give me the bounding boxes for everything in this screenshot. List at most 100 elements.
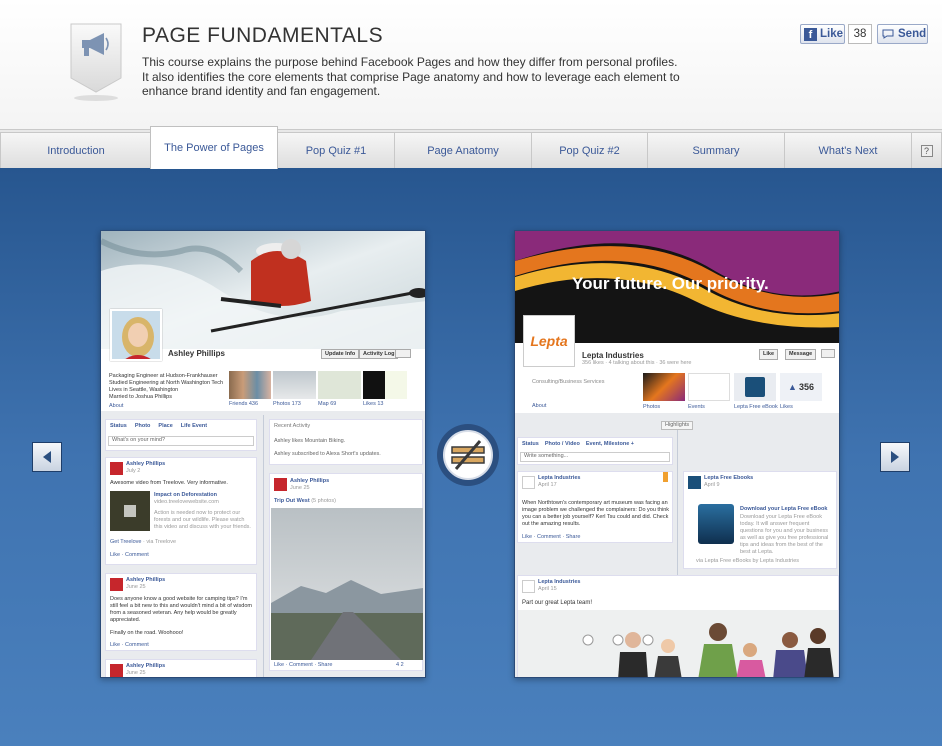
friends-app-label[interactable]: Friends 436 [229, 401, 258, 408]
video-title[interactable]: Impact on Deforestation [154, 492, 217, 499]
facebook-like-button[interactable]: f Like [800, 24, 845, 44]
course-tabs: Introduction The Power of Pages Pop Quiz… [0, 126, 942, 169]
composer-life-event[interactable]: Life Event [181, 423, 207, 430]
avatar [688, 476, 701, 489]
info-line: Packaging Engineer at Hudson-Frankhauser [109, 373, 218, 379]
likes-app-label[interactable]: Likes 13 [363, 401, 384, 408]
composer-event-milestone[interactable]: Event, Milestone + [586, 441, 634, 448]
via-treelove: · via Treelove [143, 539, 177, 545]
photos-thumbnail[interactable] [643, 373, 685, 401]
write-something-input[interactable]: Write something... [520, 452, 670, 462]
post-author[interactable]: Lepta Free Ebooks [704, 475, 753, 482]
tab-power-of-pages[interactable]: The Power of Pages [150, 126, 278, 169]
not-equal-icon [443, 430, 493, 480]
post-date[interactable]: April 9 [704, 482, 720, 489]
page-like-button[interactable]: Like [759, 349, 779, 360]
send-button[interactable]: Send [877, 24, 928, 44]
composer-photo[interactable]: Photo [135, 423, 151, 430]
team-photo[interactable] [518, 610, 839, 678]
tab-introduction[interactable]: Introduction [0, 132, 152, 168]
post-author[interactable]: Ashley Phillips [126, 577, 165, 584]
tab-pop-quiz-1[interactable]: Pop Quiz #1 [277, 132, 395, 168]
likes-app-label[interactable]: Likes [780, 404, 793, 411]
profile-picture [110, 309, 162, 361]
tab-summary[interactable]: Summary [647, 132, 785, 168]
post-author[interactable]: Lepta Industries [538, 579, 580, 586]
map-app-label[interactable]: Map 69 [318, 401, 336, 408]
photos-app-label[interactable]: Photos [643, 404, 660, 411]
post-date[interactable]: June 25 [126, 584, 146, 591]
avatar [110, 578, 123, 591]
personal-profile-screenshot: Ashley Phillips Update Info Activity Log… [100, 230, 426, 678]
bookmark-icon[interactable] [663, 472, 668, 482]
help-icon: ? [920, 144, 933, 157]
composer-status[interactable]: Status [522, 441, 539, 448]
likes-thumbnail[interactable]: ▲ 356 [780, 373, 822, 401]
compare-icon-ring [437, 424, 499, 486]
photos-app-label[interactable]: Photos 173 [273, 401, 301, 408]
post-text: When Northtown's contemporary art museum… [522, 500, 670, 527]
ebook-post: Lepta Free Ebooks April 9 Download your … [683, 471, 837, 569]
status-input[interactable]: What's on your mind? [108, 436, 254, 446]
post-text: Part our great Lepta team! [522, 600, 593, 606]
get-treelove-line: Get Treelove · via Treelove [110, 539, 176, 546]
album-title[interactable]: Trip Out West [274, 498, 310, 504]
message-button[interactable]: Message [785, 349, 817, 360]
about-link[interactable]: About [109, 403, 233, 410]
video-description: Action is needed now to protect our fore… [154, 510, 251, 530]
post-author[interactable]: Lepta Industries [538, 475, 580, 482]
course-title: PAGE FUNDAMENTALS [142, 24, 384, 47]
avatar [274, 478, 287, 491]
post-actions[interactable]: Like · Comment · Share [522, 534, 580, 541]
post-date[interactable]: June 25 [126, 670, 146, 677]
map-thumbnail[interactable] [318, 371, 361, 399]
composer-status[interactable]: Status [110, 423, 127, 430]
tab-whats-next[interactable]: What's Next [784, 132, 912, 168]
video-thumbnail[interactable] [110, 491, 150, 531]
profile-name: Ashley Phillips [168, 349, 225, 358]
post-actions[interactable]: Like · Comment · Share [274, 662, 332, 669]
previous-button[interactable] [32, 442, 62, 472]
play-icon [124, 505, 136, 517]
settings-gear-button[interactable] [395, 349, 411, 358]
ebook-cover[interactable] [698, 504, 734, 544]
photos-thumbnail[interactable] [273, 371, 316, 399]
avatar [110, 664, 123, 677]
post-author[interactable]: Ashley Phillips [126, 663, 165, 670]
lepta-logo: Lepta [523, 315, 575, 367]
ebook-thumbnail[interactable] [734, 373, 776, 401]
composer-photo-video[interactable]: Photo / Video [545, 441, 580, 448]
about-link[interactable]: About [532, 403, 546, 410]
page-stats: 356 likes · 4 talking about this · 36 we… [582, 360, 692, 366]
highlights-dropdown[interactable]: Highlights [661, 421, 694, 430]
post-date[interactable]: July 2 [126, 468, 140, 475]
composer-place[interactable]: Place [158, 423, 172, 430]
send-label: Send [898, 28, 927, 40]
activity-item: Ashley likes Mountain Biking. [274, 438, 346, 444]
events-thumbnail[interactable] [688, 373, 730, 401]
update-info-button[interactable]: Update Info [321, 349, 360, 359]
ebook-app-label[interactable]: Lepta Free eBook [734, 404, 778, 411]
next-button[interactable] [880, 442, 910, 472]
tab-pop-quiz-2[interactable]: Pop Quiz #2 [531, 132, 648, 168]
page-settings-button[interactable] [821, 349, 835, 358]
logo-text: Lepta [530, 333, 568, 349]
ebook-title[interactable]: Download your Lepta Free eBook [740, 506, 827, 513]
tab-page-anatomy[interactable]: Page Anatomy [394, 132, 532, 168]
road-photo[interactable] [271, 508, 423, 660]
events-app-label[interactable]: Events [688, 404, 705, 411]
activity-log-button[interactable]: Activity Log [359, 349, 399, 359]
like-count: 38 [848, 24, 872, 44]
help-button[interactable]: ? [911, 132, 942, 168]
get-treelove-link[interactable]: Get Treelove [110, 539, 142, 545]
post-date[interactable]: June 25 [290, 485, 310, 492]
post-date[interactable]: April 15 [538, 586, 557, 593]
post-author[interactable]: Ashley Phillips [290, 478, 329, 485]
post-date[interactable]: April 17 [538, 482, 557, 489]
album-title-line: Trip Out West (5 photos) [274, 498, 336, 505]
post-author[interactable]: Ashley Phillips [126, 461, 165, 468]
post-actions[interactable]: Like · Comment [110, 552, 149, 559]
likes-thumbnail[interactable] [363, 371, 407, 399]
friends-thumbnail[interactable] [229, 371, 271, 399]
post-actions[interactable]: Like · Comment [110, 642, 149, 649]
